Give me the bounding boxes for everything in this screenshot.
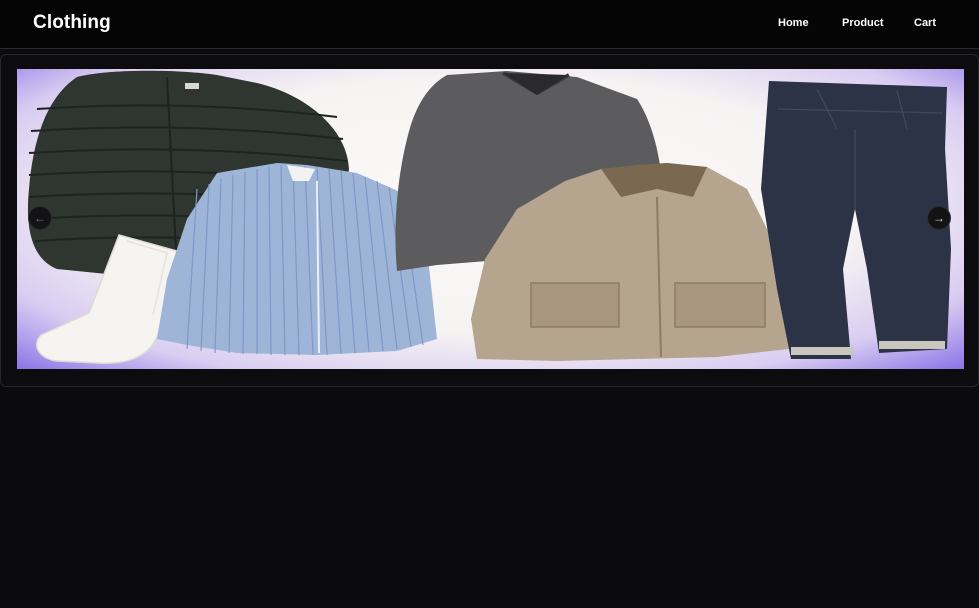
nav-product-link[interactable]: Product <box>842 17 884 29</box>
carousel-next-button[interactable]: → <box>927 206 951 230</box>
arrow-left-icon: ← <box>34 211 46 225</box>
carousel-prev-button[interactable]: ← <box>28 206 52 230</box>
brand-logo[interactable]: Clothing <box>33 12 111 34</box>
arrow-right-icon: → <box>933 211 945 225</box>
navbar: Clothing Home Product Cart <box>0 0 979 49</box>
nav-home-link[interactable]: Home <box>778 17 809 29</box>
hero-carousel: ← → <box>0 54 979 387</box>
carousel-slide <box>17 69 964 369</box>
jeans-image <box>761 81 951 359</box>
clothing-collage-image <box>27 70 951 365</box>
nav-cart-link[interactable]: Cart <box>914 17 936 29</box>
